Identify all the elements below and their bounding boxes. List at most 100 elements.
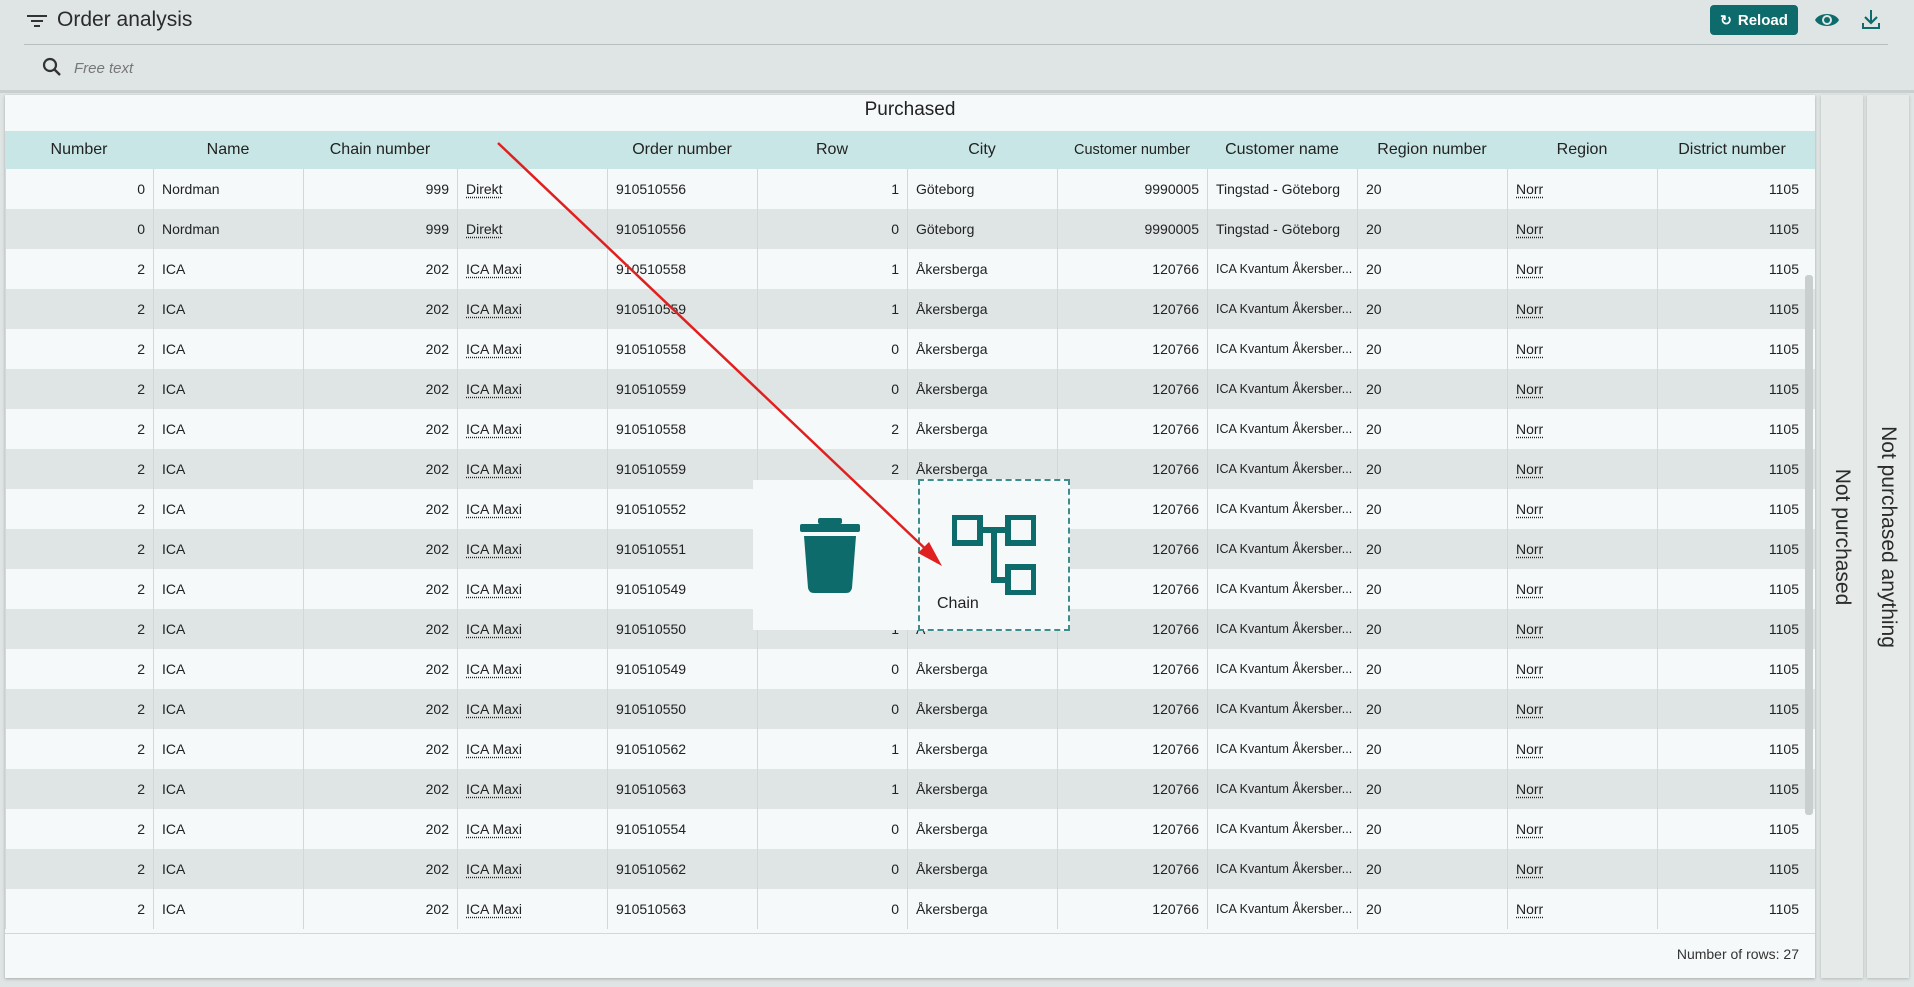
cell-chain-number: 202 [303,849,457,889]
table-row[interactable]: 2 ICA 202 ICA Maxi 910510559 0 Åkersberga 12076… [5,369,1815,409]
cell-district-number: 1105 [1657,449,1807,489]
header-shadow [0,90,1914,93]
cell-region[interactable]: Norr [1507,209,1657,249]
cell-number: 2 [5,729,153,769]
cell-district-number: 1105 [1657,529,1807,569]
cell-chain[interactable]: ICA Maxi [457,609,607,649]
cell-chain[interactable]: ICA Maxi [457,849,607,889]
cell-region[interactable]: Norr [1507,769,1657,809]
cell-customer-number: 120766 [1057,289,1207,329]
column-header-row[interactable]: Row [757,131,907,169]
cell-region[interactable]: Norr [1507,329,1657,369]
table-row[interactable]: 2 ICA 202 ICA Maxi 910510558 0 Åkersberga 12076… [5,329,1815,369]
column-header-region-number[interactable]: Region number [1357,131,1507,169]
cell-region[interactable]: Norr [1507,849,1657,889]
cell-region[interactable]: Norr [1507,449,1657,489]
cell-customer-number: 120766 [1057,529,1207,569]
cell-order-number: 910510550 [607,689,757,729]
cell-district-number: 1105 [1657,329,1807,369]
table-row[interactable]: 2 ICA 202 ICA Maxi 910510562 0 Åkersberga 12076… [5,849,1815,889]
column-header-city[interactable]: City [907,131,1057,169]
cell-region[interactable]: Norr [1507,489,1657,529]
cell-region[interactable]: Norr [1507,529,1657,569]
cell-chain[interactable]: ICA Maxi [457,529,607,569]
cell-chain[interactable]: ICA Maxi [457,769,607,809]
table-row[interactable]: 0 Nordman 999 Direkt 910510556 0 Göteborg 99900… [5,209,1815,249]
cell-region[interactable]: Norr [1507,369,1657,409]
column-header-customer-number[interactable]: Customer number [1057,131,1207,169]
column-header-customer-name[interactable]: Customer name [1207,131,1357,169]
table-row[interactable]: 0 Nordman 999 Direkt 910510556 1 Göteborg 99900… [5,169,1815,209]
table-row[interactable]: 2 ICA 202 ICA Maxi 910510563 1 Åkersberga 12076… [5,769,1815,809]
table-scrollbar[interactable] [1805,275,1813,815]
table-row[interactable]: 2 ICA 202 ICA Maxi 910510558 1 Åkersberga 12076… [5,249,1815,289]
tab-not-purchased-anything[interactable]: Not purchased anything [1867,95,1909,978]
cell-chain-number: 202 [303,649,457,689]
cell-region-number: 20 [1357,449,1507,489]
column-header-chain[interactable] [457,131,607,169]
table-row[interactable]: 2 ICA 202 ICA Maxi 910510559 1 Åkersberga 12076… [5,289,1815,329]
cell-region[interactable]: Norr [1507,289,1657,329]
cell-region[interactable]: Norr [1507,409,1657,449]
reload-button[interactable]: ↻ Reload [1710,5,1798,35]
cell-customer-name: ICA Kvantum Åkersber... [1207,449,1357,489]
cell-region-number: 20 [1357,769,1507,809]
cell-region[interactable]: Norr [1507,649,1657,689]
eye-icon[interactable] [1814,8,1840,32]
cell-chain[interactable]: ICA Maxi [457,329,607,369]
chain-drag-chip[interactable]: Chain [918,479,1070,631]
cell-region[interactable]: Norr [1507,169,1657,209]
cell-order-number: 910510562 [607,849,757,889]
cell-region[interactable]: Norr [1507,249,1657,289]
cell-chain[interactable]: Direkt [457,209,607,249]
cell-region[interactable]: Norr [1507,609,1657,649]
cell-chain[interactable]: ICA Maxi [457,569,607,609]
column-header-district-number[interactable]: District number [1657,131,1807,169]
cell-region[interactable]: Norr [1507,729,1657,769]
download-icon[interactable] [1860,8,1882,32]
cell-name: ICA [153,889,303,929]
cell-region-number: 20 [1357,209,1507,249]
cell-chain-number: 202 [303,369,457,409]
cell-name: ICA [153,769,303,809]
column-header-region[interactable]: Region [1507,131,1657,169]
cell-region[interactable]: Norr [1507,689,1657,729]
column-header-number[interactable]: Number [5,131,153,169]
table-row[interactable]: 2 ICA 202 ICA Maxi 910510563 0 Åkersberga 12076… [5,889,1815,929]
table-row[interactable]: 2 ICA 202 ICA Maxi 910510550 0 Åkersberga 12076… [5,689,1815,729]
cell-city: Åkersberga [907,849,1057,889]
filter-icon[interactable] [26,12,48,30]
cell-region[interactable]: Norr [1507,569,1657,609]
tab-not-purchased[interactable]: Not purchased [1821,95,1863,978]
cell-chain[interactable]: Direkt [457,169,607,209]
cell-chain[interactable]: ICA Maxi [457,409,607,449]
cell-city: Åkersberga [907,369,1057,409]
column-header-chain-number[interactable]: Chain number [303,131,457,169]
cell-customer-name: Tingstad - Göteborg [1207,209,1357,249]
table-row[interactable]: 2 ICA 202 ICA Maxi 910510554 0 Åkersberga 12076… [5,809,1815,849]
cell-customer-name: ICA Kvantum Åkersber... [1207,729,1357,769]
cell-chain[interactable]: ICA Maxi [457,649,607,689]
cell-chain[interactable]: ICA Maxi [457,729,607,769]
cell-district-number: 1105 [1657,289,1807,329]
cell-customer-number: 120766 [1057,369,1207,409]
cell-chain[interactable]: ICA Maxi [457,689,607,729]
column-header-order-number[interactable]: Order number [607,131,757,169]
table-row[interactable]: 2 ICA 202 ICA Maxi 910510558 2 Åkersberga 12076… [5,409,1815,449]
cell-order-number: 910510562 [607,729,757,769]
cell-chain[interactable]: ICA Maxi [457,449,607,489]
table-row[interactable]: 2 ICA 202 ICA Maxi 910510562 1 Åkersberga 12076… [5,729,1815,769]
cell-chain[interactable]: ICA Maxi [457,369,607,409]
cell-chain[interactable]: ICA Maxi [457,809,607,849]
cell-customer-name: ICA Kvantum Åkersber... [1207,489,1357,529]
cell-region[interactable]: Norr [1507,889,1657,929]
cell-chain[interactable]: ICA Maxi [457,489,607,529]
cell-chain[interactable]: ICA Maxi [457,249,607,289]
cell-chain[interactable]: ICA Maxi [457,289,607,329]
cell-chain[interactable]: ICA Maxi [457,889,607,929]
search-input[interactable] [72,54,776,82]
column-header-name[interactable]: Name [153,131,303,169]
delete-drop-zone[interactable] [753,480,918,630]
table-row[interactable]: 2 ICA 202 ICA Maxi 910510549 0 Åkersberga 12076… [5,649,1815,689]
cell-region[interactable]: Norr [1507,809,1657,849]
